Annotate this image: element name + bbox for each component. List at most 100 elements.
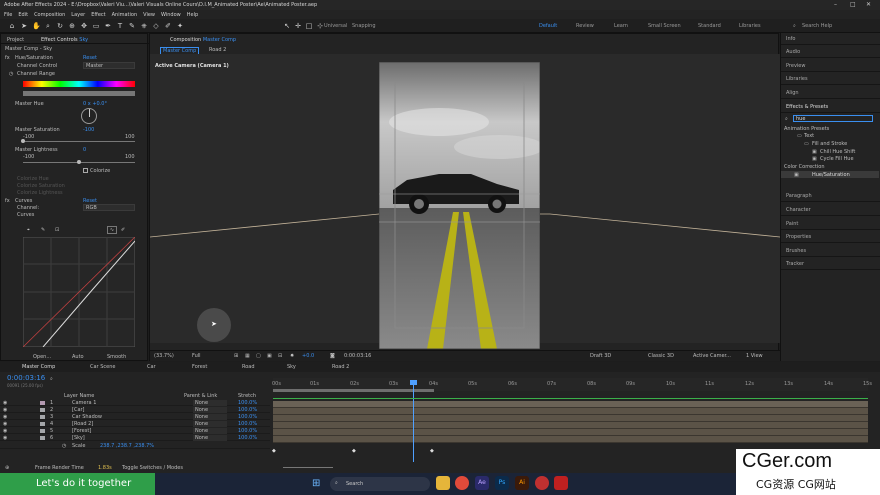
- master-saturation-value[interactable]: -100: [83, 127, 94, 133]
- timeline-tab-car-scene[interactable]: Car Scene: [90, 364, 115, 370]
- tree-text[interactable]: Text: [804, 133, 814, 139]
- menu-animation[interactable]: Animation: [112, 12, 138, 18]
- visibility-icon[interactable]: ◉: [3, 407, 7, 413]
- saturation-slider[interactable]: [23, 141, 135, 142]
- reset-exposure-icon[interactable]: ✸: [290, 353, 294, 359]
- keyframe-icon[interactable]: ◆: [430, 448, 434, 454]
- timeline-tab-master-comp[interactable]: Master Comp: [22, 364, 55, 370]
- zoom-tool-icon[interactable]: ⌕: [44, 22, 52, 30]
- layer-row[interactable]: ◉ 5 [Forest] None 100.0%: [0, 428, 270, 434]
- photoshop-icon[interactable]: Ps: [495, 476, 509, 490]
- parent-dropdown[interactable]: None: [193, 435, 227, 441]
- pen-tool-icon[interactable]: ✒: [104, 22, 112, 30]
- curves-smooth-button[interactable]: Smooth: [107, 354, 126, 360]
- layer-track[interactable]: [273, 415, 868, 422]
- panel-audio[interactable]: Audio: [781, 46, 880, 58]
- playhead[interactable]: [413, 380, 414, 462]
- curve-freehand-icon[interactable]: ✐: [121, 227, 125, 233]
- viewer-timecode[interactable]: 0:00:03:16: [344, 353, 371, 359]
- keyframe-icon[interactable]: ◆: [272, 448, 276, 454]
- layer-row[interactable]: ◉ 2 [Car] None 100.0%: [0, 407, 270, 413]
- menu-edit[interactable]: Edit: [18, 12, 28, 18]
- transparency-grid-icon[interactable]: ▦: [245, 353, 250, 359]
- master-hue-value[interactable]: 0 x +0.0°: [83, 101, 107, 107]
- workspace-review[interactable]: Review: [576, 23, 594, 29]
- workspace-learn[interactable]: Learn: [614, 23, 628, 29]
- exposure-value[interactable]: +0.0: [302, 353, 314, 359]
- timeline-tab-sky[interactable]: Sky: [287, 364, 296, 370]
- brush-tool-icon[interactable]: ✎: [128, 22, 136, 30]
- taskbar-search[interactable]: ⌕ Search: [330, 477, 430, 491]
- channel-icon[interactable]: ▣: [267, 353, 272, 359]
- tree-cycle-fill-hue[interactable]: Cycle Fill Hue: [820, 156, 854, 162]
- square-icon[interactable]: □: [305, 22, 313, 30]
- snapshot-icon[interactable]: ◙: [330, 353, 335, 359]
- workspace-default[interactable]: Default: [539, 23, 557, 29]
- toggle-switches-modes[interactable]: Toggle Switches / Modes: [122, 465, 183, 471]
- eraser-tool-icon[interactable]: ◇: [152, 22, 160, 30]
- layer-row[interactable]: ◉ 3 Car Shadow None 100.0%: [0, 414, 270, 420]
- curves-name[interactable]: Curves: [15, 198, 32, 204]
- viewer-area[interactable]: Active Camera (Camera 1) ➤: [150, 54, 780, 349]
- curves-channel-dropdown[interactable]: RGB: [83, 204, 135, 211]
- visibility-icon[interactable]: ◉: [3, 400, 7, 406]
- lightness-slider-handle[interactable]: [77, 160, 81, 164]
- after-effects-icon[interactable]: Ae: [475, 476, 489, 490]
- visibility-icon[interactable]: ◉: [3, 414, 7, 420]
- label-color-swatch[interactable]: [40, 408, 45, 412]
- master-hue-dial[interactable]: [81, 108, 97, 124]
- stretch-value[interactable]: 100.0%: [238, 400, 257, 406]
- draft-3d-toggle[interactable]: Draft 3D: [590, 353, 611, 359]
- layer-name[interactable]: [Sky]: [72, 435, 85, 441]
- workspace-small-screen[interactable]: Small Screen: [648, 23, 681, 29]
- subtab-road-2[interactable]: Road 2: [209, 47, 226, 53]
- menu-file[interactable]: File: [4, 12, 12, 18]
- curves-graph[interactable]: [23, 237, 135, 347]
- scale-property-row[interactable]: ◷ Scale 238.7 ,238.7 ,238.7%: [0, 443, 270, 449]
- clone-stamp-icon[interactable]: ⎈: [140, 22, 148, 30]
- roto-brush-icon[interactable]: ✐: [164, 22, 172, 30]
- search-icon[interactable]: ⌕: [793, 23, 796, 29]
- timeline-timecode[interactable]: 0:00:03:16: [7, 374, 45, 382]
- selection-tool-icon[interactable]: ➤: [20, 22, 28, 30]
- curve-smooth-icon[interactable]: ∿: [107, 226, 117, 234]
- stretch-value[interactable]: 100.0%: [238, 414, 257, 420]
- label-color-swatch[interactable]: [40, 436, 45, 440]
- close-icon[interactable]: ✕: [866, 1, 871, 8]
- colorize-checkbox[interactable]: [83, 168, 88, 173]
- panel-info[interactable]: Info: [781, 33, 880, 45]
- curve-pencil-icon[interactable]: ✎: [41, 227, 45, 233]
- select-arrow-icon[interactable]: ↖: [283, 22, 291, 30]
- universal-toggle[interactable]: Universal: [324, 23, 347, 29]
- panel-character[interactable]: Character: [781, 204, 880, 216]
- guides-icon[interactable]: ⊟: [278, 353, 282, 359]
- panel-align[interactable]: Align: [781, 87, 880, 99]
- layer-track[interactable]: [273, 436, 868, 443]
- panel-preview[interactable]: Preview: [781, 60, 880, 72]
- panel-effects-presets[interactable]: Effects & Presets: [781, 101, 880, 113]
- workspace-standard[interactable]: Standard: [698, 23, 721, 29]
- visibility-icon[interactable]: ◉: [3, 428, 7, 434]
- zoom-dropdown[interactable]: (33.7%): [154, 353, 174, 359]
- windows-start-icon[interactable]: ⊞: [312, 478, 320, 489]
- scale-stopwatch-icon[interactable]: ◷: [62, 443, 66, 449]
- hue-sat-reset-button[interactable]: Reset: [83, 55, 97, 61]
- menu-window[interactable]: Window: [161, 12, 181, 18]
- panel-tracker[interactable]: Tracker: [781, 258, 880, 270]
- text-tool-icon[interactable]: T: [116, 22, 124, 30]
- curves-open-button[interactable]: Open...: [33, 354, 51, 360]
- layer-row[interactable]: ◉ 4 [Road 2] None 100.0%: [0, 421, 270, 427]
- layer-row[interactable]: ◉ 1 Camera 1 None 100.0%: [0, 400, 270, 406]
- playhead-handle[interactable]: [410, 380, 417, 385]
- parent-dropdown[interactable]: None: [193, 428, 227, 434]
- quality-dropdown[interactable]: Full: [192, 353, 201, 359]
- tree-hue-saturation[interactable]: Hue/Saturation: [812, 172, 850, 178]
- mask-icon[interactable]: ▢: [256, 353, 261, 359]
- timeline-tab-road-2[interactable]: Road 2: [332, 364, 349, 370]
- layer-row[interactable]: ◉ 6 [Sky] None 100.0%: [0, 435, 270, 441]
- timeline-tab-car[interactable]: Car: [147, 364, 156, 370]
- label-color-swatch[interactable]: [40, 415, 45, 419]
- camera-dropdown[interactable]: Active Camer...: [693, 353, 731, 359]
- layer-name[interactable]: [Road 2]: [72, 421, 93, 427]
- panel-properties[interactable]: Properties: [781, 231, 880, 243]
